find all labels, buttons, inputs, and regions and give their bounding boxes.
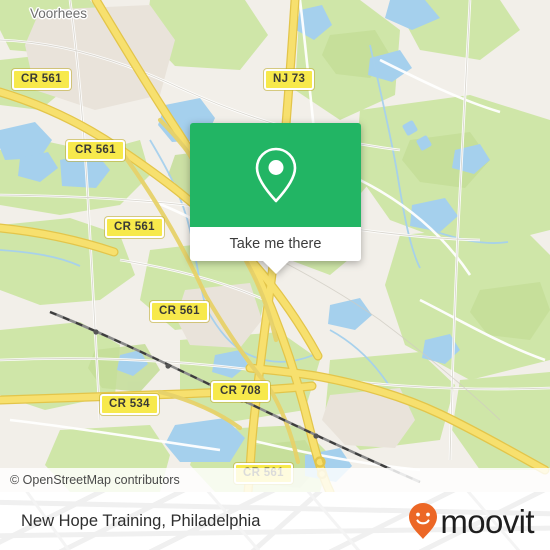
moovit-map-screenshot: Voorhees CR 561 NJ 73 CR 561 CR 561 CR 5… — [0, 0, 550, 550]
place-label-voorhees: Voorhees — [30, 6, 88, 21]
location-popup-card[interactable]: Take me there — [190, 123, 361, 274]
bottom-info-bar: New Hope Training, Philadelphia moovit — [0, 492, 550, 550]
popup-pointer-triangle — [262, 261, 289, 274]
moovit-logo[interactable]: moovit — [408, 492, 535, 550]
osm-attribution[interactable]: © OpenStreetMap contributors — [0, 468, 550, 492]
take-me-there-button[interactable]: Take me there — [190, 227, 361, 261]
popup-header — [190, 123, 361, 227]
road-shield-cr-708: CR 708 — [211, 381, 270, 402]
road-shield-cr-534: CR 534 — [100, 394, 159, 415]
road-shield-cr-561-mid: CR 561 — [105, 217, 164, 238]
road-shield-cr-561-w: CR 561 — [66, 140, 125, 161]
road-shield-cr-561-nw: CR 561 — [12, 69, 71, 90]
take-me-there-label: Take me there — [229, 236, 322, 252]
moovit-wordmark: moovit — [440, 502, 534, 540]
location-title: New Hope Training, Philadelphia — [21, 512, 261, 530]
road-shield-nj-73: NJ 73 — [264, 69, 315, 90]
road-shield-cr-561-c: CR 561 — [150, 301, 209, 322]
map-canvas[interactable]: Voorhees CR 561 NJ 73 CR 561 CR 561 CR 5… — [0, 0, 550, 492]
map-pin-icon — [255, 147, 296, 203]
moovit-smile-pin-icon — [409, 503, 438, 539]
